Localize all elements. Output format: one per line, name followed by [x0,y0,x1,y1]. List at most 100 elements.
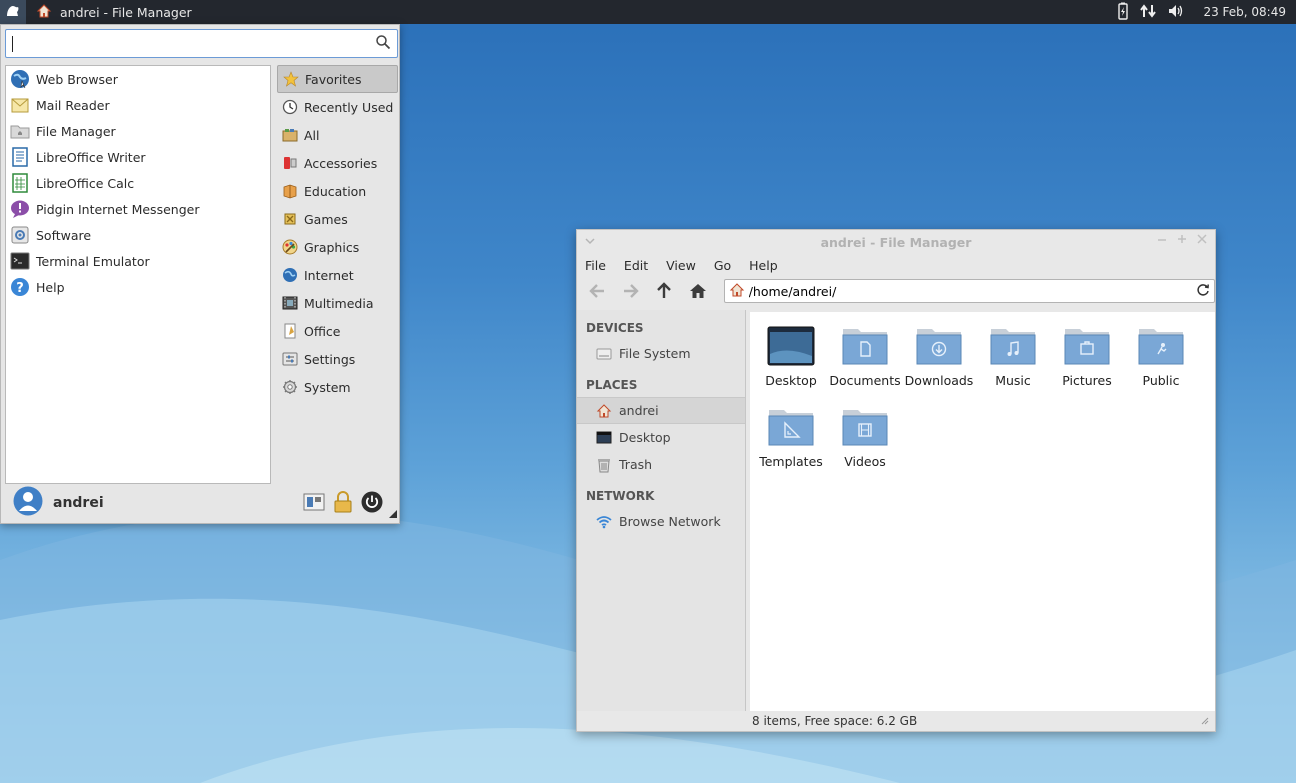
app-web-browser[interactable]: Web Browser [6,66,270,92]
category-favorites[interactable]: Favorites [277,65,398,93]
wifi-icon [595,513,613,531]
category-system[interactable]: System [277,373,398,401]
file-view: Desktop Documents Downloads Music [750,312,1215,711]
app-libreoffice-writer[interactable]: LibreOffice Writer [6,144,270,170]
category-all[interactable]: All [277,121,398,149]
folder-templates[interactable]: Templates [754,407,828,488]
sidebar-item-trash[interactable]: Trash [577,451,745,478]
menu-view[interactable]: View [666,258,696,273]
user-profile[interactable]: andrei [1,486,104,520]
resize-grip-icon[interactable] [1199,714,1209,728]
maximize-button[interactable] [1177,233,1187,249]
settings-icon [281,350,299,368]
item-label: Music [995,373,1031,388]
menu-go[interactable]: Go [714,258,731,273]
category-label: Graphics [304,240,359,255]
folder-desktop[interactable]: Desktop [754,326,828,407]
icon-grid: Desktop Documents Downloads Music [750,326,1215,488]
category-education[interactable]: Education [277,177,398,205]
category-graphics[interactable]: Graphics [277,233,398,261]
whisker-menu-button[interactable] [0,0,26,24]
power-button[interactable] [361,491,383,516]
folder-downloads[interactable]: Downloads [902,326,976,407]
window-title: andrei - File Manager [821,235,972,250]
back-button[interactable] [585,279,609,303]
folder-documents[interactable]: Documents [828,326,902,407]
folder-pictures[interactable]: Pictures [1050,326,1124,407]
trash-icon [595,456,613,474]
window-titlebar[interactable]: andrei - File Manager [577,230,1215,254]
app-software[interactable]: Software [6,222,270,248]
window-menu-icon[interactable] [585,234,595,249]
section-devices: DEVICES [577,310,745,340]
search-box[interactable] [5,29,398,58]
battery-icon[interactable] [1117,2,1129,23]
up-button[interactable] [652,279,676,303]
forward-button[interactable] [619,279,643,303]
lock-screen-button[interactable] [333,491,353,516]
whisker-icon [4,2,22,23]
location-input[interactable] [749,284,1192,299]
category-label: Multimedia [304,296,374,311]
resize-grip-icon[interactable] [389,506,397,521]
app-file-manager[interactable]: File Manager [6,118,270,144]
desktop-folder-icon [767,326,815,369]
location-bar[interactable] [724,279,1215,303]
home-button[interactable] [686,279,710,303]
category-multimedia[interactable]: Multimedia [277,289,398,317]
app-pidgin[interactable]: Pidgin Internet Messenger [6,196,270,222]
volume-icon[interactable] [1167,3,1185,22]
settings-manager-button[interactable] [303,492,325,515]
category-label: Internet [304,268,354,283]
category-settings[interactable]: Settings [277,345,398,373]
file-manager-icon [10,121,30,141]
app-terminal[interactable]: Terminal Emulator [6,248,270,274]
sidebar-item-desktop[interactable]: Desktop [577,424,745,451]
graphics-icon [281,238,299,256]
taskbar-item-file-manager[interactable]: andrei - File Manager [26,0,202,24]
search-input[interactable] [17,36,375,51]
calc-icon [10,173,30,193]
close-button[interactable] [1197,233,1207,249]
side-pane: DEVICES File System PLACES andrei Deskto… [577,310,746,711]
system-icon [281,378,299,396]
menu-help[interactable]: Help [749,258,778,273]
folder-public[interactable]: Public [1124,326,1198,407]
clock-icon [281,98,299,116]
software-icon [10,225,30,245]
clock[interactable]: 23 Feb, 08:49 [1203,5,1286,19]
category-recently-used[interactable]: Recently Used [277,93,398,121]
toolbar [577,276,1215,306]
category-office[interactable]: Office [277,317,398,345]
top-panel: andrei - File Manager 23 Feb, 08:49 [0,0,1296,24]
category-internet[interactable]: Internet [277,261,398,289]
reload-icon[interactable] [1196,283,1210,300]
category-games[interactable]: Games [277,205,398,233]
sidebar-item-label: andrei [619,403,659,418]
star-icon [282,70,300,88]
app-help[interactable]: ? Help [6,274,270,300]
education-icon [281,182,299,200]
category-label: Favorites [305,72,361,87]
menu-edit[interactable]: Edit [624,258,648,273]
sidebar-item-label: Trash [619,457,652,472]
category-accessories[interactable]: Accessories [277,149,398,177]
app-libreoffice-calc[interactable]: LibreOffice Calc [6,170,270,196]
sidebar-item-label: File System [619,346,691,361]
sidebar-item-file-system[interactable]: File System [577,340,745,367]
category-label: Recently Used [304,100,393,115]
app-mail-reader[interactable]: Mail Reader [6,92,270,118]
category-label: Accessories [304,156,377,171]
search-icon[interactable] [375,34,391,53]
section-network: NETWORK [577,478,745,508]
sidebar-item-browse-network[interactable]: Browse Network [577,508,745,535]
folder-videos[interactable]: Videos [828,407,902,488]
sidebar-item-andrei[interactable]: andrei [577,397,745,424]
menu-file[interactable]: File [585,258,606,273]
item-label: Desktop [765,373,817,388]
public-folder-icon [1137,326,1185,369]
folder-music[interactable]: Music [976,326,1050,407]
help-icon: ? [10,277,30,297]
network-icon[interactable] [1139,3,1157,22]
minimize-button[interactable] [1157,233,1167,249]
